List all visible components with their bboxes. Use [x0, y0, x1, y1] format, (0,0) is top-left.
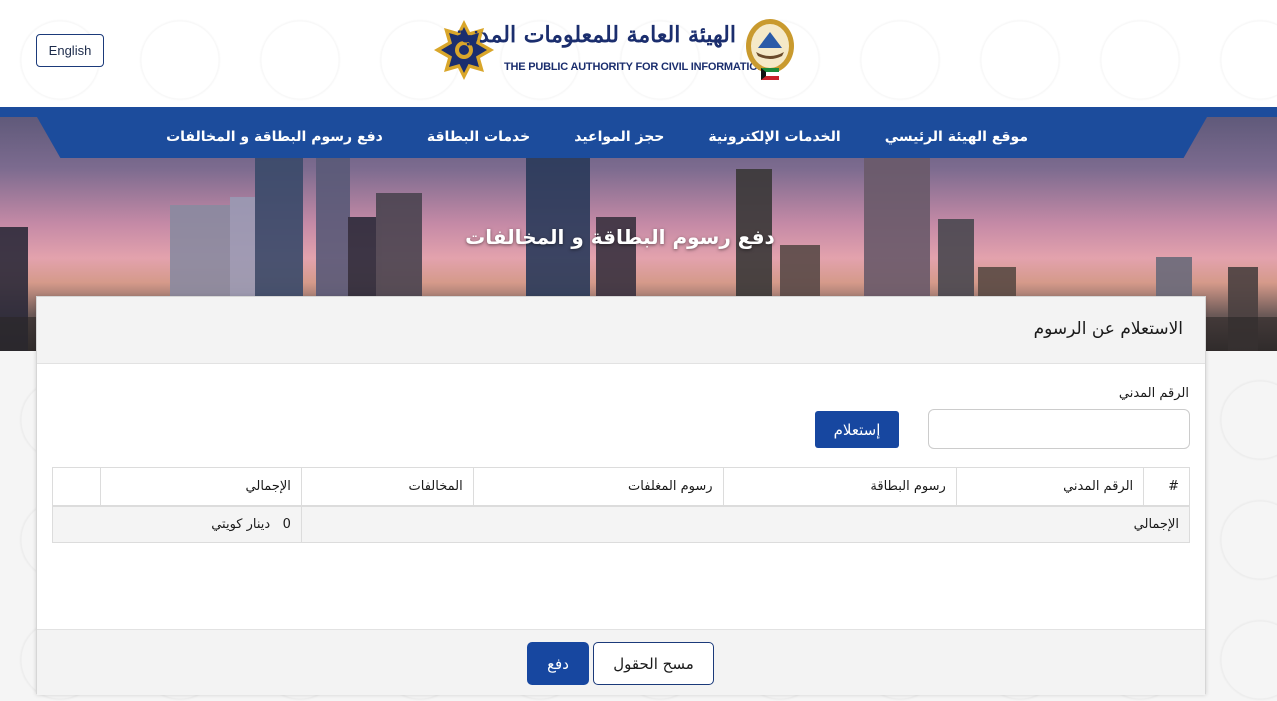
civil-id-label: الرقم المدني: [1118, 386, 1189, 401]
pay-button[interactable]: دفع: [527, 642, 589, 685]
panel-header: الاستعلام عن الرسوم: [37, 297, 1205, 364]
table-header-row: # الرقم المدني رسوم البطاقة رسوم المغلفا…: [52, 467, 1190, 507]
hero-title: دفع رسوم البطاقة و المخالفات: [465, 225, 775, 249]
table-total-row: الإجمالي 0 دينار كويتي: [52, 505, 1191, 543]
fees-inquiry-panel: الاستعلام عن الرسوم الرقم المدني إستعلام…: [36, 296, 1206, 695]
nav-item-appointments[interactable]: حجز المواعيد: [552, 117, 686, 158]
total-amount: 0: [282, 516, 291, 532]
column-header-index: #: [1143, 467, 1190, 507]
logo-english-text: THE PUBLIC AUTHORITY FOR CIVIL INFORMATI…: [504, 61, 766, 73]
column-header-violations: المخالفات: [300, 467, 474, 507]
total-row-label: الإجمالي: [300, 505, 1191, 543]
language-toggle-button[interactable]: English: [36, 34, 104, 67]
column-header-card-fees: رسوم البطاقة: [722, 467, 957, 507]
nav-item-main-site[interactable]: موقع الهيئة الرئيسي: [863, 117, 1050, 158]
column-header-total: الإجمالي: [99, 467, 302, 507]
civil-id-input[interactable]: [928, 409, 1190, 449]
site-logo[interactable]: الهيئة العامة للمعلومات المدنية THE PUBL…: [432, 16, 796, 90]
nav-top-band: [0, 107, 1277, 117]
nav-item-pay-fees[interactable]: دفع رسوم البطاقة و المخالفات: [144, 117, 405, 158]
logo-arabic-text: الهيئة العامة للمعلومات المدنية: [454, 22, 736, 48]
kuwait-emblem-icon: [746, 19, 794, 80]
column-header-envelope-fees: رسوم المغلفات: [472, 467, 724, 507]
panel-footer: دفع مسح الحقول: [37, 629, 1205, 695]
main-nav-items: موقع الهيئة الرئيسي الخدمات الإلكترونية …: [166, 117, 1050, 158]
clear-fields-button[interactable]: مسح الحقول: [593, 642, 714, 685]
column-header-actions: [52, 467, 101, 507]
panel-title: الاستعلام عن الرسوم: [1033, 319, 1183, 339]
total-row-amount-cell: 0 دينار كويتي: [52, 505, 302, 543]
column-header-civil-id: الرقم المدني: [955, 467, 1145, 507]
nav-item-e-services[interactable]: الخدمات الإلكترونية: [686, 117, 862, 158]
query-button[interactable]: إستعلام: [815, 411, 899, 448]
fees-table: # الرقم المدني رسوم البطاقة رسوم المغلفا…: [52, 467, 1191, 543]
site-header: English الهيئة العامة للمعلومات المدنية …: [0, 0, 1277, 107]
total-currency: دينار كويتي: [211, 516, 271, 532]
nav-item-card-services[interactable]: خدمات البطاقة: [405, 117, 552, 158]
